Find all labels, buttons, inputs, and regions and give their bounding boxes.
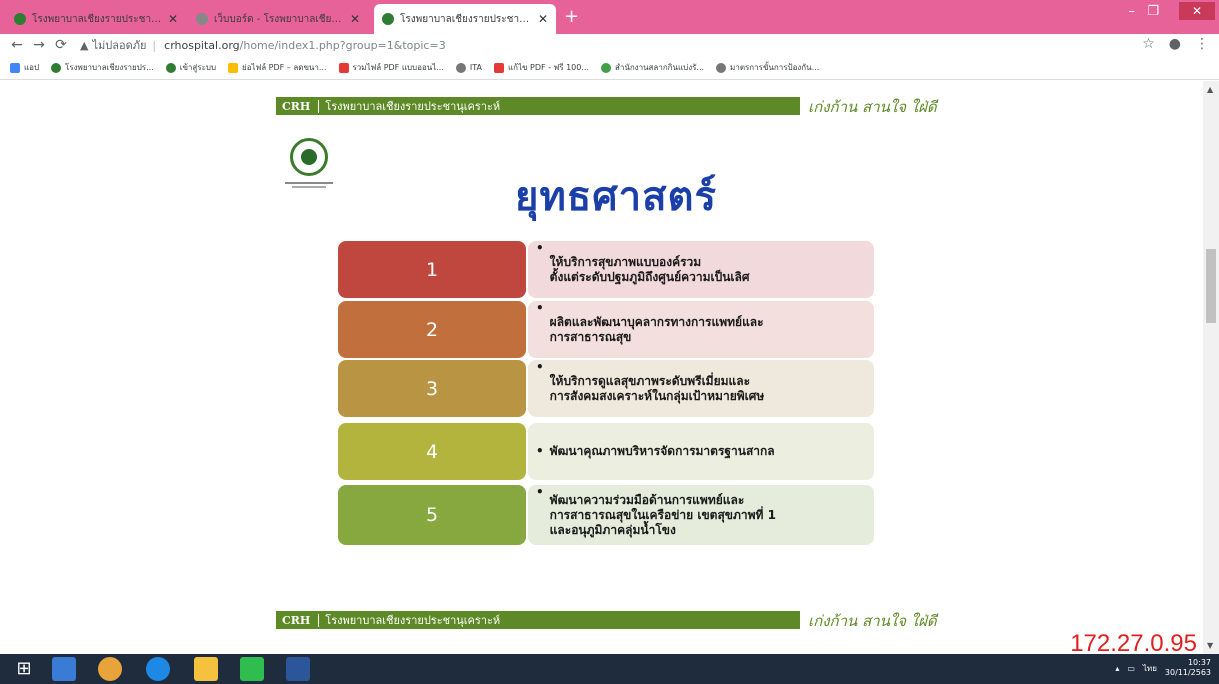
tab-2[interactable]: เว็บบอร์ด - โรงพยาบาลเชียงรายประชา... ✕ (188, 4, 368, 34)
bookmark-apps[interactable]: แอป (10, 61, 39, 74)
bookmark-item[interactable]: มาตรการขั้นการป้องกัน... (716, 61, 819, 74)
apps-grid-icon (10, 62, 20, 73)
tray-arrow-icon[interactable]: ▴ (1115, 664, 1119, 673)
strategy-row: 1 • ให้บริการสุขภาพแบบองค์รวม ตั้งแต่ระดั… (338, 241, 876, 298)
tab-title: โรงพยาบาลเชียงรายประชานุเคราะห์ - ... (32, 13, 162, 25)
restore-icon[interactable]: ❐ (1147, 4, 1159, 19)
hospital-name: โรงพยาบาลเชียงรายประชานุเคราะห์ (325, 614, 501, 627)
slide-header-bar: CRH โรงพยาบาลเชียงรายประชานุเคราะห์ (276, 97, 800, 115)
close-icon[interactable]: ✕ (538, 12, 548, 26)
hospital-favicon-icon (14, 13, 26, 25)
globe-icon (716, 62, 727, 73)
hospital-icon (51, 62, 62, 73)
internet-explorer-icon[interactable] (146, 657, 170, 681)
bookmark-item[interactable]: แก้ไข PDF - ฟรี 100... (493, 61, 589, 74)
tab-1[interactable]: โรงพยาบาลเชียงรายประชานุเคราะห์ - ... ✕ (6, 4, 186, 34)
strategy-description: • ให้บริการดูแลสุขภาพระดับพรีเมี่ยมและ กา… (528, 360, 874, 417)
strategy-number: 3 (338, 360, 526, 417)
lottery-icon (600, 62, 611, 73)
pdf-compress-icon (228, 62, 239, 73)
network-icon[interactable]: ▭ (1127, 664, 1135, 673)
strategy-row: 3 • ให้บริการดูแลสุขภาพระดับพรีเมี่ยมและ … (338, 360, 876, 417)
hospital-favicon-icon (382, 13, 394, 25)
bookmark-item[interactable]: ITA (455, 62, 482, 73)
close-icon[interactable]: ✕ (350, 12, 360, 26)
bookmark-item[interactable]: โรงพยาบาลเชียงรายปร... (51, 61, 154, 74)
close-icon[interactable]: ✕ (168, 12, 178, 26)
strategy-number: 1 (338, 241, 526, 298)
crh-label: CRH (276, 613, 320, 627)
strategy-number: 5 (338, 485, 526, 545)
tab-strip: โรงพยาบาลเชียงรายประชานุเคราะห์ - ... ✕ … (0, 0, 1219, 34)
bookmark-item[interactable]: ย่อไฟล์ PDF – ลดขนา... (228, 61, 327, 74)
hospital-icon (165, 62, 176, 73)
address-toolbar: ← → ⟳ ▲ ไม่ปลอดภัย | crhospital.org/home… (0, 34, 1219, 56)
line-app-icon[interactable] (240, 657, 264, 681)
new-tab-button[interactable]: + (564, 6, 579, 27)
bookmark-star-icon[interactable]: ☆ (1142, 36, 1155, 52)
seal-icon (290, 138, 328, 176)
strategy-row: 2 • ผลิตและพัฒนาบุคลากรทางการแพทย์และ การ… (338, 301, 876, 358)
strategy-description: • พัฒนาความร่วมมือด้านการแพทย์และ การสาธา… (528, 485, 874, 545)
url-path: /home/index1.php?group=1&topic=3 (239, 38, 446, 52)
globe-favicon-icon (196, 13, 208, 25)
hospital-name: โรงพยาบาลเชียงรายประชานุเคราะห์ (325, 100, 501, 113)
url-field[interactable]: crhospital.org/home/index1.php?group=1&t… (164, 39, 446, 52)
profile-icon[interactable]: ● (1169, 36, 1181, 52)
hospital-slogan: เก่งก้าน สานใจ ใฝ่ดี (808, 98, 937, 116)
strategy-number: 2 (338, 301, 526, 358)
slide-header-bar: CRH โรงพยาบาลเชียงรายประชานุเคราะห์ (276, 611, 800, 629)
windows-taskbar: ⊞ ▴ ▭ ไทย 10:37 30/11/2563 (0, 654, 1219, 684)
clock-date: 30/11/2563 (1164, 668, 1211, 677)
tab-3-active[interactable]: โรงพยาบาลเชียงรายประชานุเคราะห์ ✕ (374, 4, 556, 34)
system-tray: ▴ ▭ ไทย 10:37 30/11/2563 (1115, 658, 1211, 678)
window-close-icon[interactable]: ✕ (1179, 2, 1215, 20)
strategy-description: • พัฒนาคุณภาพบริหารจัดการมาตรฐานสากล (528, 423, 874, 480)
crh-label: CRH (276, 99, 320, 113)
pdf-icon (493, 62, 504, 73)
language-indicator[interactable]: ไทย (1143, 662, 1157, 675)
word-icon[interactable] (286, 657, 310, 681)
tab-title: โรงพยาบาลเชียงรายประชานุเคราะห์ (400, 13, 532, 25)
strategy-description: • ผลิตและพัฒนาบุคลากรทางการแพทย์และ การสา… (528, 301, 874, 358)
page-title: ยุทธศาสตร์ (515, 174, 717, 220)
moph-logo (280, 138, 338, 202)
scroll-up-icon[interactable]: ▲ (1207, 85, 1213, 94)
page-viewport: CRH โรงพยาบาลเชียงรายประชานุเคราะห์ เก่ง… (0, 81, 1203, 654)
bookmark-item[interactable]: สำนักงานสลากกินแบ่งรั... (600, 61, 704, 74)
strategy-row: 4 • พัฒนาคุณภาพบริหารจัดการมาตรฐานสากล (338, 423, 876, 480)
bookmarks-bar: แอป โรงพยาบาลเชียงรายปร... เข้าสู่ระบบ ย… (0, 56, 1219, 80)
hospital-slogan: เก่งก้าน สานใจ ใฝ่ดี (808, 612, 937, 630)
remote-desktop-icon[interactable] (52, 657, 76, 681)
strategy-number: 4 (338, 423, 526, 480)
minimize-icon[interactable]: – (1129, 4, 1136, 19)
url-host: crhospital.org (164, 38, 240, 52)
logo-caption (280, 180, 338, 194)
bookmark-item[interactable]: รวมไฟล์ PDF แบบออนไ... (338, 61, 444, 74)
chrome-icon[interactable] (98, 657, 122, 681)
pdf-icon (338, 62, 349, 73)
clock-time: 10:37 (1187, 658, 1211, 667)
menu-icon[interactable]: ⋮ (1195, 36, 1209, 52)
toolbar-actions: ☆ ● ⋮ (1142, 36, 1209, 52)
security-label: ไม่ปลอดภัย (92, 39, 147, 52)
scroll-down-icon[interactable]: ▼ (1207, 641, 1213, 650)
globe-icon (455, 62, 466, 73)
forward-icon[interactable]: → (28, 37, 50, 53)
back-icon[interactable]: ← (6, 37, 28, 53)
reload-icon[interactable]: ⟳ (50, 37, 72, 53)
file-explorer-icon[interactable] (194, 657, 218, 681)
clock[interactable]: 10:37 30/11/2563 (1165, 658, 1211, 678)
security-indicator[interactable]: ▲ ไม่ปลอดภัย | (80, 36, 156, 54)
windows-start-icon[interactable]: ⊞ (12, 657, 36, 681)
vertical-scrollbar[interactable]: ▲ ▼ (1203, 81, 1219, 654)
bookmark-item[interactable]: เข้าสู่ระบบ (165, 61, 216, 74)
tab-title: เว็บบอร์ด - โรงพยาบาลเชียงรายประชา... (214, 13, 344, 25)
warning-icon: ▲ (80, 38, 89, 52)
strategy-row: 5 • พัฒนาความร่วมมือด้านการแพทย์และ การสา… (338, 485, 876, 545)
scroll-thumb[interactable] (1206, 249, 1216, 323)
strategy-description: • ให้บริการสุขภาพแบบองค์รวม ตั้งแต่ระดับป… (528, 241, 874, 298)
